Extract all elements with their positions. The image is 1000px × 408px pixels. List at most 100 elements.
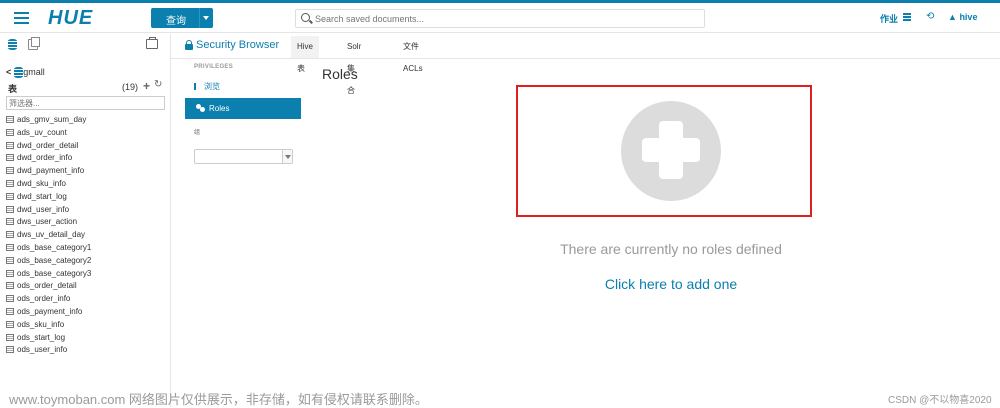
menu-icon[interactable]	[14, 12, 29, 24]
tab-file-acls[interactable]: 文件 ACLs	[397, 36, 429, 73]
plus-icon-vertical[interactable]	[659, 121, 683, 179]
table-name: dwd_user_info	[17, 204, 70, 214]
table-name: dwd_order_info	[17, 153, 73, 163]
table-name: ods_payment_info	[17, 306, 83, 316]
page-title: Security Browser	[196, 39, 280, 51]
hue-logo[interactable]: HUE	[48, 7, 93, 30]
table-list-item[interactable]: dwd_payment_info	[6, 165, 91, 178]
watermark-text: www.toymoban.com 网络图片仅供展示，非存储，如有侵权请联系删除。	[9, 392, 428, 407]
tree-icon	[194, 83, 201, 90]
table-list-item[interactable]: ods_start_log	[6, 332, 91, 345]
table-icon	[6, 256, 14, 264]
chevron-down-icon[interactable]	[203, 16, 209, 20]
tables-header: 表	[8, 84, 18, 94]
table-icon	[6, 218, 14, 226]
table-icon	[6, 179, 14, 187]
table-name: dwd_order_detail	[17, 140, 79, 150]
user-menu[interactable]: ▲ hive	[948, 12, 977, 22]
query-button-divider	[199, 8, 200, 28]
tab-solr-collections[interactable]: Solr 集合	[341, 36, 367, 95]
table-icon	[6, 167, 14, 175]
tab-hive-tables[interactable]: Hive 表	[291, 36, 320, 73]
table-list-item[interactable]: ods_order_detail	[6, 280, 91, 293]
table-list-item[interactable]: dws_uv_detail_day	[6, 229, 91, 242]
group-label: 组	[194, 130, 201, 136]
table-list-item[interactable]: dwd_user_info	[6, 204, 91, 217]
table-name: ods_base_category1	[17, 242, 92, 252]
table-icon	[6, 205, 14, 213]
table-list-item[interactable]: ads_gmv_sum_day	[6, 114, 91, 127]
table-name: ads_uv_count	[17, 127, 67, 137]
search-input[interactable]	[315, 12, 695, 25]
table-count: (19)	[122, 82, 139, 92]
table-filter-input[interactable]	[6, 96, 165, 110]
table-list-item[interactable]: ods_order_info	[6, 293, 91, 306]
table-list: ads_gmv_sum_day ads_uv_count dwd_order_det…	[6, 114, 91, 357]
user-name: hive	[959, 12, 978, 22]
table-icon	[6, 192, 14, 200]
search-box[interactable]	[295, 9, 705, 28]
table-name: ods_base_category3	[17, 268, 92, 278]
users-icon	[196, 104, 206, 113]
table-list-item[interactable]: ods_base_category3	[6, 268, 91, 281]
list-icon[interactable]	[903, 13, 911, 21]
table-name: ods_user_info	[17, 345, 68, 355]
new-folder-icon[interactable]	[146, 37, 158, 49]
documents-icon[interactable]	[28, 37, 40, 50]
table-icon	[6, 346, 14, 354]
table-icon	[6, 154, 14, 162]
table-name: ods_base_category2	[17, 255, 92, 265]
table-list-item[interactable]: dws_user_action	[6, 216, 91, 229]
table-list-item[interactable]: dwd_start_log	[6, 191, 91, 204]
table-icon	[6, 333, 14, 341]
table-list-item[interactable]: ads_uv_count	[6, 127, 91, 140]
credit-text: CSDN @不以物喜2020	[888, 395, 992, 406]
query-button[interactable]: 查询	[151, 8, 213, 28]
nav-browse[interactable]: 浏览	[194, 81, 220, 92]
table-list-item[interactable]: ods_sku_info	[6, 319, 91, 332]
database-icon	[14, 67, 24, 78]
table-icon	[6, 295, 14, 303]
table-name: ads_gmv_sum_day	[17, 115, 87, 124]
nav-roles-label: Roles	[209, 104, 230, 113]
empty-state-message: There are currently no roles defined	[560, 241, 782, 257]
history-icon[interactable]: ⟲	[926, 11, 934, 22]
group-select[interactable]	[194, 149, 293, 164]
nav-roles[interactable]: Roles	[185, 98, 301, 119]
table-name: dws_uv_detail_day	[17, 230, 86, 240]
table-list-item[interactable]: ods_payment_info	[6, 306, 91, 319]
select-arrow-icon[interactable]	[282, 150, 292, 163]
table-name: dwd_sku_info	[17, 178, 66, 188]
table-name: ods_order_info	[17, 294, 71, 304]
table-icon	[6, 231, 14, 239]
table-icon	[6, 128, 14, 136]
table-icon	[6, 282, 14, 290]
query-button-label: 查询	[166, 16, 186, 27]
search-icon	[301, 13, 310, 22]
add-role-link[interactable]: Click here to add one	[400, 276, 942, 292]
table-icon	[6, 307, 14, 315]
table-icon	[6, 243, 14, 251]
table-name: ods_sku_info	[17, 319, 65, 329]
left-assist-panel: < gmall 表 (19) + ↻ ads_gmv_sum_day ads_uv_…	[0, 34, 171, 407]
table-list-item[interactable]: dwd_sku_info	[6, 178, 91, 191]
table-list-item[interactable]: ods_user_info	[6, 344, 91, 357]
chevron-left-icon[interactable]: <	[6, 67, 11, 77]
refresh-icon[interactable]: ↻	[154, 79, 162, 90]
table-icon	[6, 320, 14, 328]
jobs-link[interactable]: 作业	[880, 12, 898, 25]
table-icon	[6, 269, 14, 277]
database-breadcrumb[interactable]: < gmall	[6, 67, 45, 78]
nav-browse-label: 浏览	[204, 82, 220, 91]
tabs-divider	[171, 58, 1000, 59]
table-list-item[interactable]: dwd_order_detail	[6, 140, 91, 153]
table-list-item[interactable]: ods_base_category2	[6, 255, 91, 268]
top-navbar: HUE 查询 作业 ⟲ ▲ hive	[0, 3, 1000, 33]
table-list-item[interactable]: dwd_order_info	[6, 152, 91, 165]
table-icon	[6, 141, 14, 149]
table-name: dws_user_action	[17, 217, 78, 227]
table-name: ods_start_log	[17, 332, 66, 342]
database-icon[interactable]	[8, 39, 17, 50]
table-list-item[interactable]: ods_base_category1	[6, 242, 91, 255]
add-icon[interactable]: +	[143, 79, 150, 93]
